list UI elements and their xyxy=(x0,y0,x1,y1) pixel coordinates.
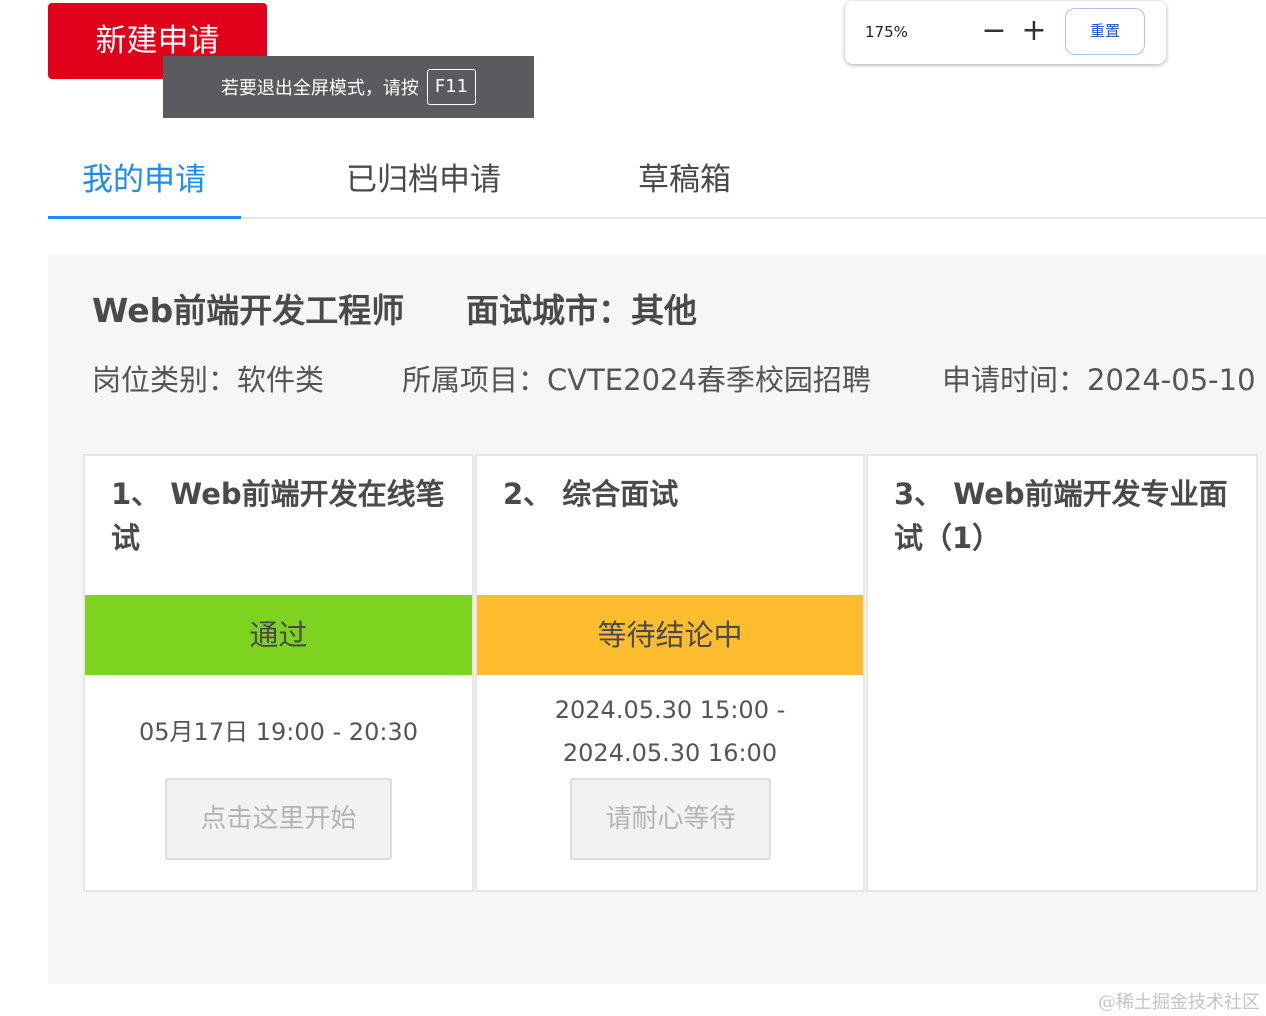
watermark: @稀土掘金技术社区 xyxy=(1098,992,1260,1013)
zoom-out-button[interactable]: − xyxy=(979,13,1009,51)
project-name: 所属项目：CVTE2024春季校园招聘 xyxy=(402,363,871,397)
stage-card-1: 1、 Web前端开发在线笔试 通过 05月17日 19:00 - 20:30 点… xyxy=(83,454,474,892)
tab-drafts[interactable]: 草稿箱 xyxy=(638,154,731,199)
tab-archived-applications[interactable]: 已归档申请 xyxy=(346,154,501,199)
application-tabs: 我的申请 已归档申请 草稿箱 xyxy=(48,130,1266,219)
stage-card-3: 3、 Web前端开发专业面试（1） xyxy=(866,454,1258,892)
active-tab-indicator xyxy=(48,216,241,219)
interview-city: 面试城市：其他 xyxy=(466,291,697,330)
job-title: Web前端开发工程师 xyxy=(92,291,405,330)
stage-title: 2、 综合面试 xyxy=(503,477,679,511)
stage-time: 05月17日 19:00 - 20:30 xyxy=(139,718,418,746)
start-exam-button[interactable]: 点击这里开始 xyxy=(165,778,392,860)
tab-my-applications[interactable]: 我的申请 xyxy=(82,154,206,199)
job-category: 岗位类别：软件类 xyxy=(92,363,325,397)
stage-status-pending: 等待结论中 xyxy=(477,595,863,675)
zoom-popup: 175% − + 重置 xyxy=(845,1,1166,64)
zoom-level: 175% xyxy=(865,23,908,41)
f11-key-badge: F11 xyxy=(426,69,477,105)
fullscreen-exit-toast: 若要退出全屏模式，请按 F11 xyxy=(163,56,534,118)
zoom-reset-button[interactable]: 重置 xyxy=(1065,8,1145,55)
zoom-in-button[interactable]: + xyxy=(1019,13,1049,51)
application-panel: Web前端开发工程师 面试城市：其他 岗位类别：软件类 所属项目：CVTE202… xyxy=(48,254,1266,984)
stage-card-2: 2、 综合面试 等待结论中 2024.05.30 15:00 - 2024.05… xyxy=(475,454,865,892)
stage-time: 2024.05.30 15:00 - 2024.05.30 16:00 xyxy=(554,696,786,767)
fullscreen-toast-message: 若要退出全屏模式，请按 xyxy=(220,78,419,99)
application-date: 申请时间：2024-05-10 xyxy=(942,363,1256,397)
please-wait-button[interactable]: 请耐心等待 xyxy=(570,778,771,860)
stage-status-passed: 通过 xyxy=(85,595,472,675)
stage-title: 1、 Web前端开发在线笔试 xyxy=(111,477,445,555)
stage-title: 3、 Web前端开发专业面试（1） xyxy=(894,477,1228,555)
